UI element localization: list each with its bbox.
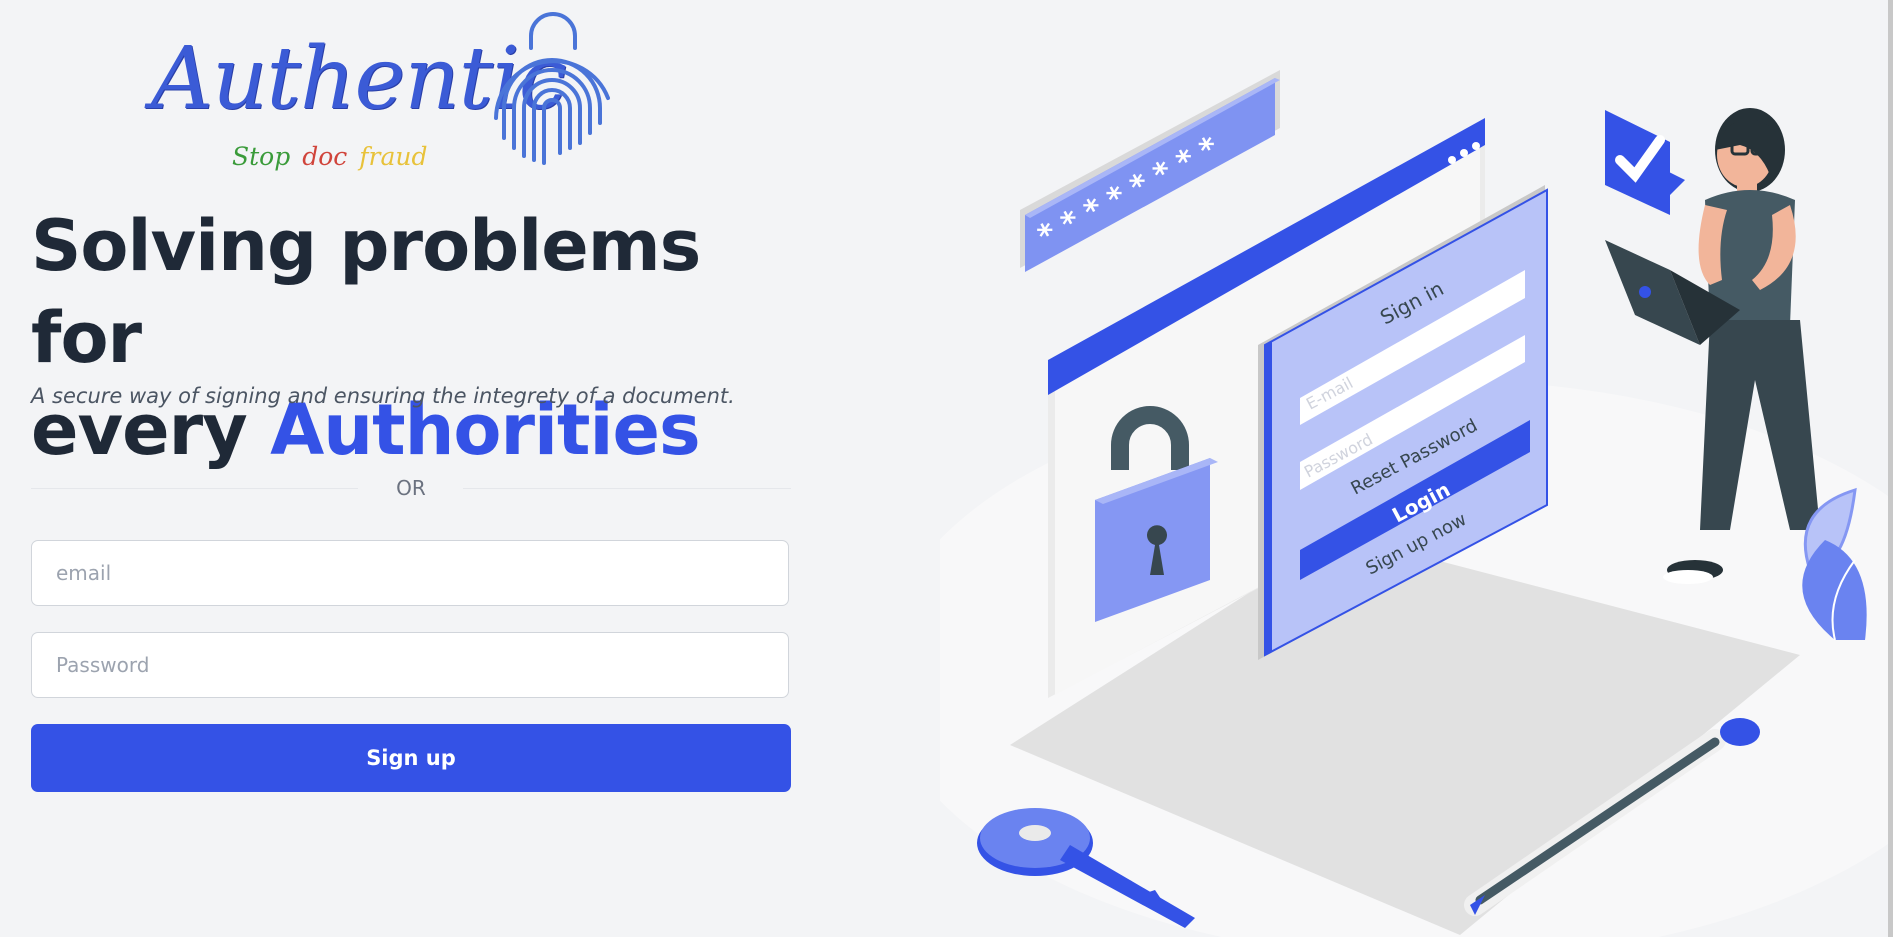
login-illustration: * * * * * * * * Sign in E-mail Password … — [940, 70, 1893, 937]
fingerprint-lock-icon — [494, 12, 610, 165]
brand-logo: Authentic Stop doc fraud — [116, 8, 636, 178]
hero-subtitle: A secure way of signing and ensuring the… — [31, 384, 735, 408]
password-input[interactable] — [32, 633, 788, 697]
window-dots-icon — [1448, 156, 1456, 164]
signup-panel: Authentic Stop doc fraud Solving problems … — [31, 0, 791, 937]
page-scrollbar[interactable] — [1888, 0, 1893, 937]
logo-tagline: Stop doc fraud — [232, 142, 428, 171]
signup-button[interactable]: Sign up — [31, 724, 791, 792]
email-field-wrapper — [31, 540, 789, 606]
email-input[interactable] — [32, 541, 788, 605]
checkmark-bubble-icon — [1605, 110, 1685, 215]
or-divider: OR — [31, 476, 791, 500]
password-bar: * * * * * * * * — [1020, 70, 1280, 272]
password-field-wrapper — [31, 632, 789, 698]
divider-label: OR — [396, 476, 426, 500]
hero-title: Solving problems for every Authorities — [31, 205, 701, 471]
